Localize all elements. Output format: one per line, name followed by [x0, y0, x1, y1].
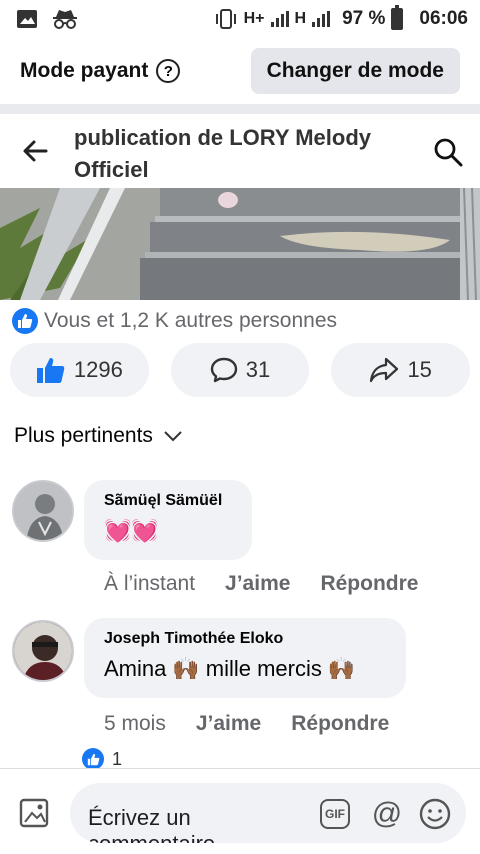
comment-reply-button[interactable]: Répondre — [320, 572, 418, 596]
signal-icon-2 — [312, 11, 331, 27]
comment-time: 5 mois — [104, 712, 166, 735]
signal-icon — [270, 11, 289, 27]
avatar[interactable] — [12, 480, 74, 542]
reaction-count-value: 1 — [112, 748, 123, 769]
like-count: 1296 — [73, 357, 123, 382]
image-icon — [17, 10, 37, 28]
add-photo-icon[interactable] — [18, 795, 54, 831]
mention-button[interactable]: @ — [370, 797, 404, 831]
battery-level: 97 % — [342, 8, 386, 29]
comment-sort[interactable]: Plus pertinents — [14, 424, 183, 448]
reactions-text: Vous et 1,2 K autres personnes — [44, 309, 338, 332]
share-count: 15 — [407, 357, 432, 382]
comment-text-part: mille mercis — [205, 656, 322, 681]
comment-meta: À l’instant J’aime Répondre — [104, 572, 418, 596]
comment-icon — [210, 357, 237, 383]
comment-bubble[interactable]: Sãmüęl Sämüël 💓💓 — [84, 480, 252, 560]
comment-item: Sãmüęl Sämüël 💓💓 À l’instant J’aime Répo… — [0, 478, 480, 608]
battery-icon — [391, 5, 404, 30]
incognito-icon — [53, 10, 77, 29]
like-button[interactable]: 1296 — [10, 343, 149, 397]
comment-meta: 5 mois J’aime Répondre — [104, 712, 389, 736]
comment-reaction-count[interactable]: 1 — [82, 748, 122, 770]
post-photo-image — [0, 188, 480, 300]
post-photo[interactable] — [0, 188, 480, 300]
post-actions: 1296 31 15 — [10, 343, 471, 397]
comment-like-button[interactable]: J’aime — [225, 572, 290, 596]
like-reaction-icon — [82, 748, 104, 770]
comment-text-part: Amina — [104, 656, 167, 681]
reactions-summary[interactable]: Vous et 1,2 K autres personnes — [12, 306, 337, 336]
emoji-icon[interactable] — [418, 797, 452, 831]
comment-like-button[interactable]: J’aime — [196, 712, 261, 736]
divider — [0, 104, 480, 114]
comment-text: Amina 🙌🏾 mille mercis 🙌🏾 — [104, 656, 386, 682]
avatar[interactable] — [12, 620, 74, 682]
thumbs-up-icon — [36, 358, 65, 383]
comment-composer: Écrivez un commentaire GIF @ — [0, 768, 480, 854]
mode-label: Mode payant — [20, 59, 149, 82]
network-type-2: H — [294, 10, 307, 27]
clock: 06:06 — [419, 8, 468, 29]
page-title: publication de LORY Melody Officiel — [74, 125, 372, 182]
vibrate-icon — [215, 9, 236, 29]
share-button[interactable]: 15 — [331, 343, 471, 397]
chevron-down-icon — [164, 431, 182, 442]
comment-count: 31 — [245, 357, 271, 382]
comment-author[interactable]: Sãmüęl Sämüël — [104, 492, 232, 510]
back-arrow-icon[interactable] — [20, 136, 50, 166]
network-type-1: H+ — [243, 10, 265, 27]
help-icon[interactable]: ? — [156, 59, 181, 83]
post-header: publication de LORY Melody Officiel — [0, 114, 480, 188]
comment-item: Joseph Timothée Eloko Amina 🙌🏾 mille mer… — [0, 618, 480, 748]
raised-hands-emoji: 🙌🏾 — [172, 656, 200, 681]
comment-button[interactable]: 31 — [170, 343, 310, 397]
mode-bar: Mode payant ? Changer de mode — [0, 38, 480, 104]
comment-reply-button[interactable]: Répondre — [291, 712, 389, 736]
raised-hands-emoji: 🙌🏾 — [327, 656, 356, 681]
comment-bubble[interactable]: Joseph Timothée Eloko Amina 🙌🏾 mille mer… — [84, 618, 406, 698]
search-icon[interactable] — [432, 136, 464, 168]
share-icon — [370, 357, 399, 383]
comment-author[interactable]: Joseph Timothée Eloko — [104, 630, 386, 648]
comment-input[interactable]: Écrivez un commentaire GIF @ — [70, 783, 466, 843]
comment-text: 💓💓 — [104, 518, 159, 543]
comment-time: À l’instant — [104, 572, 196, 595]
comment-input-placeholder: Écrivez un commentaire — [88, 805, 215, 843]
like-reaction-icon — [12, 308, 38, 334]
status-bar: H+ H 97 % 06:06 — [0, 0, 480, 38]
sort-label: Plus pertinents — [14, 424, 153, 447]
gif-button[interactable]: GIF — [320, 799, 350, 829]
change-mode-button[interactable]: Changer de mode — [250, 48, 460, 94]
